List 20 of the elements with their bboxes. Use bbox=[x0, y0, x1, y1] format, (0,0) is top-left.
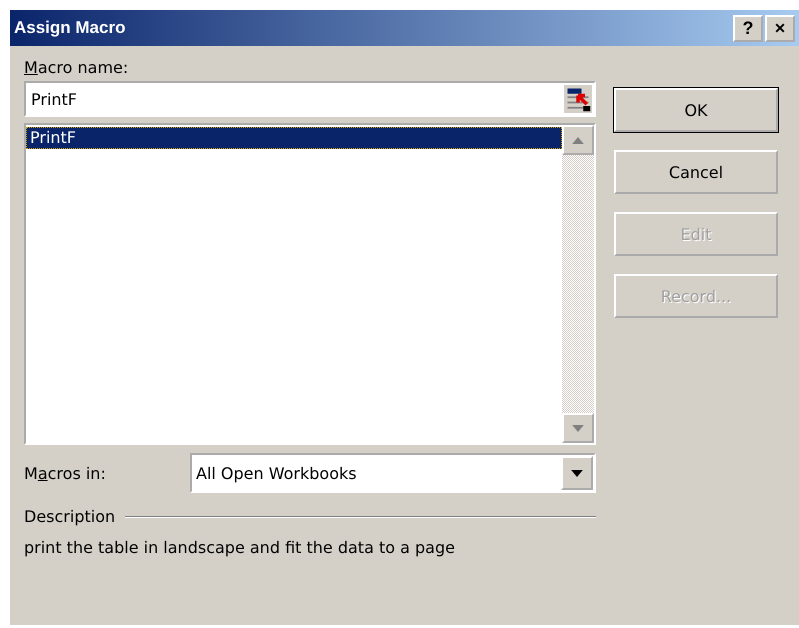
group-label: Description bbox=[24, 507, 116, 526]
dialog-button[interactable]: Cancel bbox=[614, 150, 778, 194]
dropdown-button[interactable] bbox=[561, 456, 593, 490]
down-arrow-icon bbox=[571, 470, 583, 476]
scroll-up-button[interactable] bbox=[562, 125, 594, 155]
scroll-down-button[interactable] bbox=[562, 413, 594, 443]
collapse-dialog-icon[interactable] bbox=[564, 85, 592, 113]
scrollbar[interactable] bbox=[562, 125, 594, 443]
macro-list-item[interactable]: PrintF bbox=[26, 127, 562, 149]
down-arrow-icon bbox=[572, 424, 584, 432]
description-text: print the table in landscape and fit the data to a page bbox=[24, 538, 456, 557]
window-title: Assign Macro bbox=[14, 18, 126, 38]
macro-name-field[interactable]: PrintF bbox=[24, 81, 596, 117]
field-label: Macro name: bbox=[24, 58, 130, 77]
up-arrow-icon bbox=[572, 136, 584, 144]
dialog-button[interactable]: OK bbox=[614, 88, 778, 132]
help-button[interactable]: ? bbox=[733, 14, 763, 42]
close-button[interactable]: × bbox=[765, 14, 795, 42]
macros-in-dropdown[interactable]: All Open Workbooks bbox=[190, 453, 596, 493]
field-label: Macros in: bbox=[24, 464, 107, 482]
